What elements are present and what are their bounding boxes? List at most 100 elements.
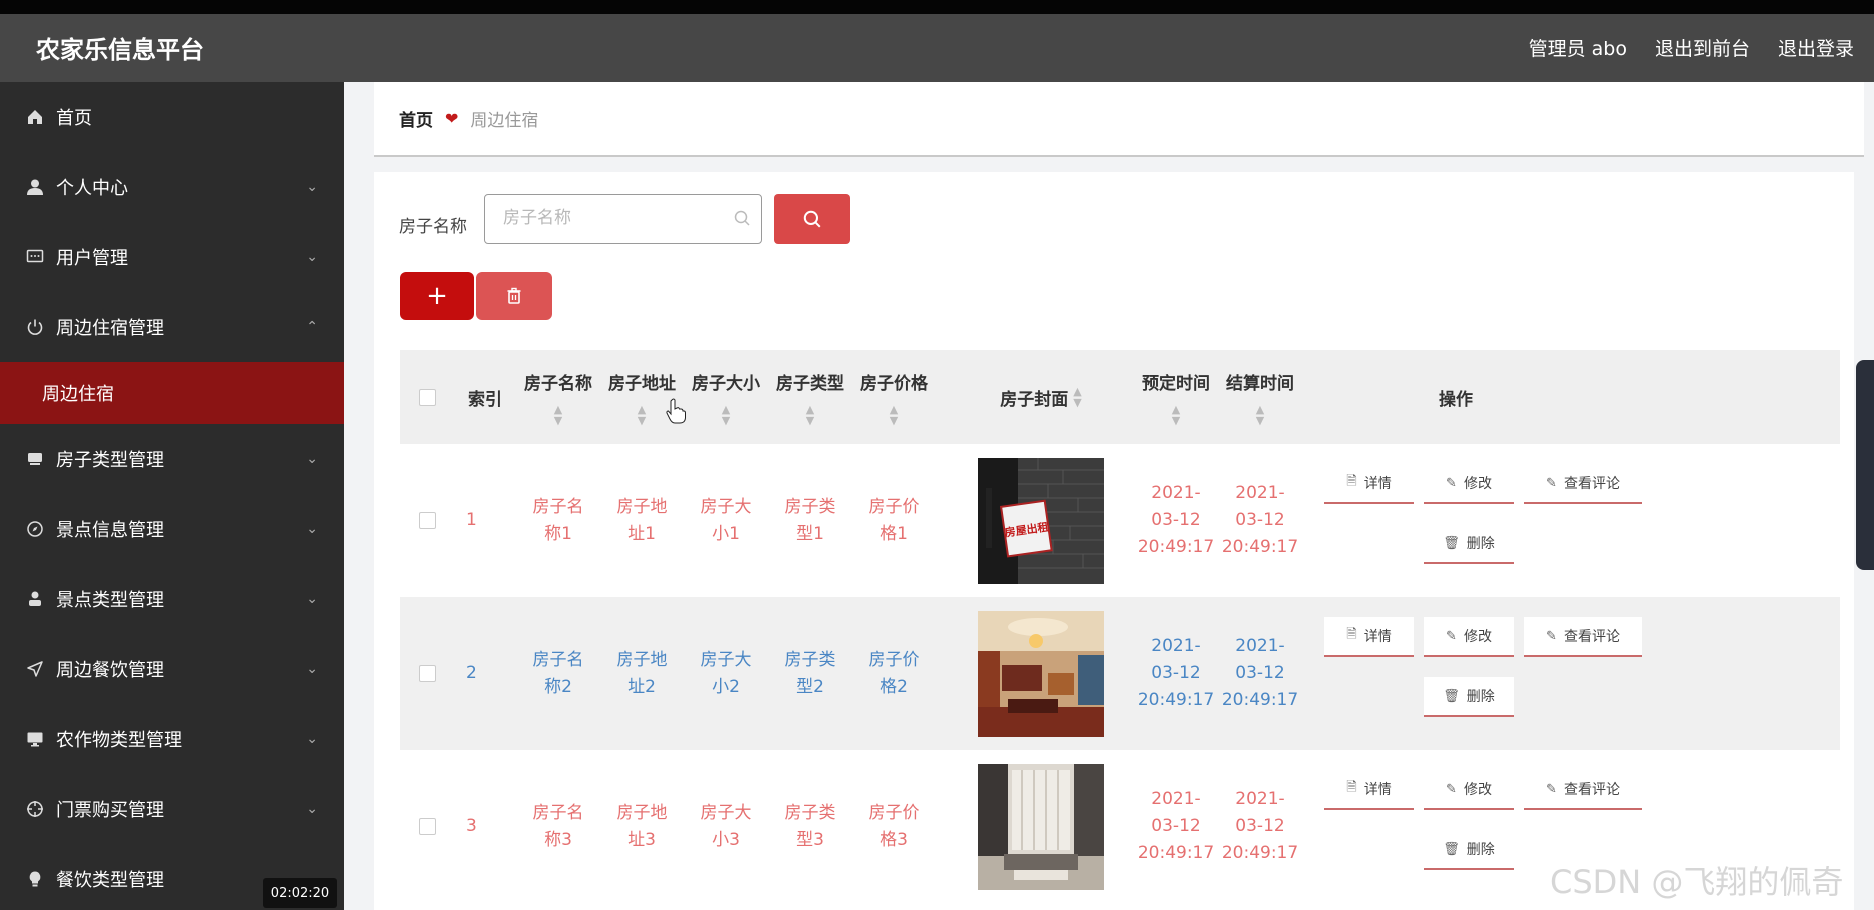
sidebar-item-label: 景点信息管理 [56,520,164,541]
chevron-down-icon: ⌄ [306,521,318,537]
edit-label: 修改 [1463,629,1492,645]
view-comments-button[interactable]: ✎ 查看评论 [1524,617,1642,657]
house-cover-image[interactable] [978,763,1104,890]
detail-label: 详情 [1363,476,1392,492]
sort-icon: ▲ ▼ [1073,385,1082,409]
cell-type: 房子类型2 [768,597,852,750]
sort-icon: ▲ ▼ [889,402,899,427]
heart-icon: ❤ [445,109,459,128]
header-label: 预定时间 [1142,373,1210,394]
send-icon [24,658,46,680]
search-input[interactable] [503,195,723,241]
detail-button[interactable]: 🗎 详情 [1324,770,1414,810]
chevron-down-icon: ⌄ [306,249,318,265]
row-checkbox[interactable] [418,818,436,835]
cell-text: 2021-03-12 20:49:17 [1221,483,1299,557]
cell-booking-time: 2021-03-12 20:49:17 [1134,750,1218,903]
app-header: 农家乐信息平台 管理员 abo 退出到前台 退出登录 [0,14,1874,82]
view-comments-button[interactable]: ✎ 查看评论 [1524,464,1642,504]
sidebar-item-scenic-type[interactable]: 景点类型管理 ⌄ [0,564,344,634]
search-icon [803,210,821,228]
exit-to-front-link[interactable]: 退出到前台 [1655,34,1750,61]
sort-icon: ▲ ▼ [1255,402,1265,427]
side-floating-panel[interactable] [1856,360,1874,570]
list-panel: 房子名称 + 索引 房子名称 ▲▼ 房子地址 [374,172,1854,910]
delete-button[interactable]: 🗑 删除 [1424,677,1514,717]
edit-button[interactable]: ✎ 修改 [1424,617,1514,657]
row-checkbox[interactable] [418,665,436,682]
edit-button[interactable]: ✎ 修改 [1424,770,1514,810]
header-name[interactable]: 房子名称 ▲ ▼ [516,350,600,444]
sidebar-item-home[interactable]: 首页 [0,82,344,152]
add-button[interactable]: + [400,272,474,320]
hand-cursor-icon [666,398,686,424]
sidebar-subitem-lodging[interactable]: 周边住宿 [0,362,344,424]
cell-price: 房子价格1 [852,444,936,597]
logout-link[interactable]: 退出登录 [1778,34,1854,61]
cell-text: 房子名称2 [532,649,584,697]
video-timestamp: 02:02:20 [263,878,337,908]
cell-address: 房子地址3 [600,750,684,903]
search-button[interactable] [774,194,850,244]
header-address[interactable]: 房子地址 ▲ ▼ [600,350,684,444]
detail-button[interactable]: 🗎 详情 [1324,464,1414,504]
header-cover[interactable]: 房子封面 ▲ ▼ [936,350,1146,444]
sidebar-item-scenic-info[interactable]: 景点信息管理 ⌄ [0,494,344,564]
delete-label: 删除 [1466,689,1495,705]
header-price[interactable]: 房子价格 ▲ ▼ [852,350,936,444]
house-cover-image[interactable] [978,610,1104,737]
select-all-checkbox[interactable] [418,388,436,406]
delete-label: 删除 [1466,536,1495,552]
cell-actions: 🗎 详情 ✎ 修改 ✎ 查看评论 🗑 删除 [1302,444,1642,597]
sidebar-item-label: 房子类型管理 [56,450,164,471]
house-cover-image[interactable]: 房屋出租 [978,457,1104,584]
top-strip [0,0,1874,14]
row-checkbox[interactable] [418,512,436,529]
chevron-down-icon: ⌄ [306,731,318,747]
sidebar-item-crop-type[interactable]: 农作物类型管理 ⌄ [0,704,344,774]
sidebar-item-lodging-mgmt[interactable]: 周边住宿管理 ⌃ [0,292,344,362]
header-size[interactable]: 房子大小 ▲ ▼ [684,350,768,444]
edit-label: 修改 [1463,782,1492,798]
sidebar-item-dining[interactable]: 周边餐饮管理 ⌄ [0,634,344,704]
cell-name: 房子名称2 [516,597,600,750]
edit-label: 修改 [1463,476,1492,492]
cell-name: 房子名称3 [516,750,600,903]
sidebar-item-label: 首页 [56,108,92,129]
header-label: 房子大小 [692,373,760,394]
cell-size: 房子大小2 [684,597,768,750]
sort-icon: ▲ ▼ [637,402,647,427]
delete-label: 删除 [1466,842,1495,858]
delete-button[interactable]: 🗑 删除 [1424,524,1514,564]
sidebar-item-label: 个人中心 [56,178,128,199]
sidebar-item-personal[interactable]: 个人中心 ⌄ [0,152,344,222]
box-icon [24,448,46,470]
delete-button[interactable]: 🗑 删除 [1424,830,1514,870]
sidebar-item-house-type[interactable]: 房子类型管理 ⌄ [0,424,344,494]
cell-index: 1 [466,510,477,530]
chevron-down-icon: ⌄ [306,661,318,677]
header-booking-time[interactable]: 预定时间 ▲ ▼ [1134,350,1218,444]
detail-button[interactable]: 🗎 详情 [1324,617,1414,657]
cell-text: 房子类型3 [784,802,836,850]
cell-settle-time: 2021-03-12 20:49:17 [1218,750,1302,903]
cell-text: 房子名称3 [532,802,584,850]
breadcrumb-home[interactable]: 首页 [399,106,433,131]
cell-size: 房子大小3 [684,750,768,903]
watermark: CSDN @飞翔的佩奇 [1550,863,1844,901]
sidebar-item-tickets[interactable]: 门票购买管理 ⌄ [0,774,344,844]
sidebar-item-users[interactable]: 用户管理 ⌄ [0,222,344,292]
document-icon: 🗎 [1346,474,1357,489]
header-label: 房子类型 [776,373,844,394]
monitor-icon [24,728,46,750]
header-type[interactable]: 房子类型 ▲ ▼ [768,350,852,444]
view-comments-button[interactable]: ✎ 查看评论 [1524,770,1642,810]
target-icon [24,798,46,820]
breadcrumb: 首页 ❤ 周边住宿 [374,82,1864,157]
cell-name: 房子名称1 [516,444,600,597]
edit-button[interactable]: ✎ 修改 [1424,464,1514,504]
cell-price: 房子价格3 [852,750,936,903]
row-select-cell [400,444,454,597]
delete-selected-button[interactable] [476,272,552,320]
header-settle-time[interactable]: 结算时间 ▲ ▼ [1218,350,1302,444]
